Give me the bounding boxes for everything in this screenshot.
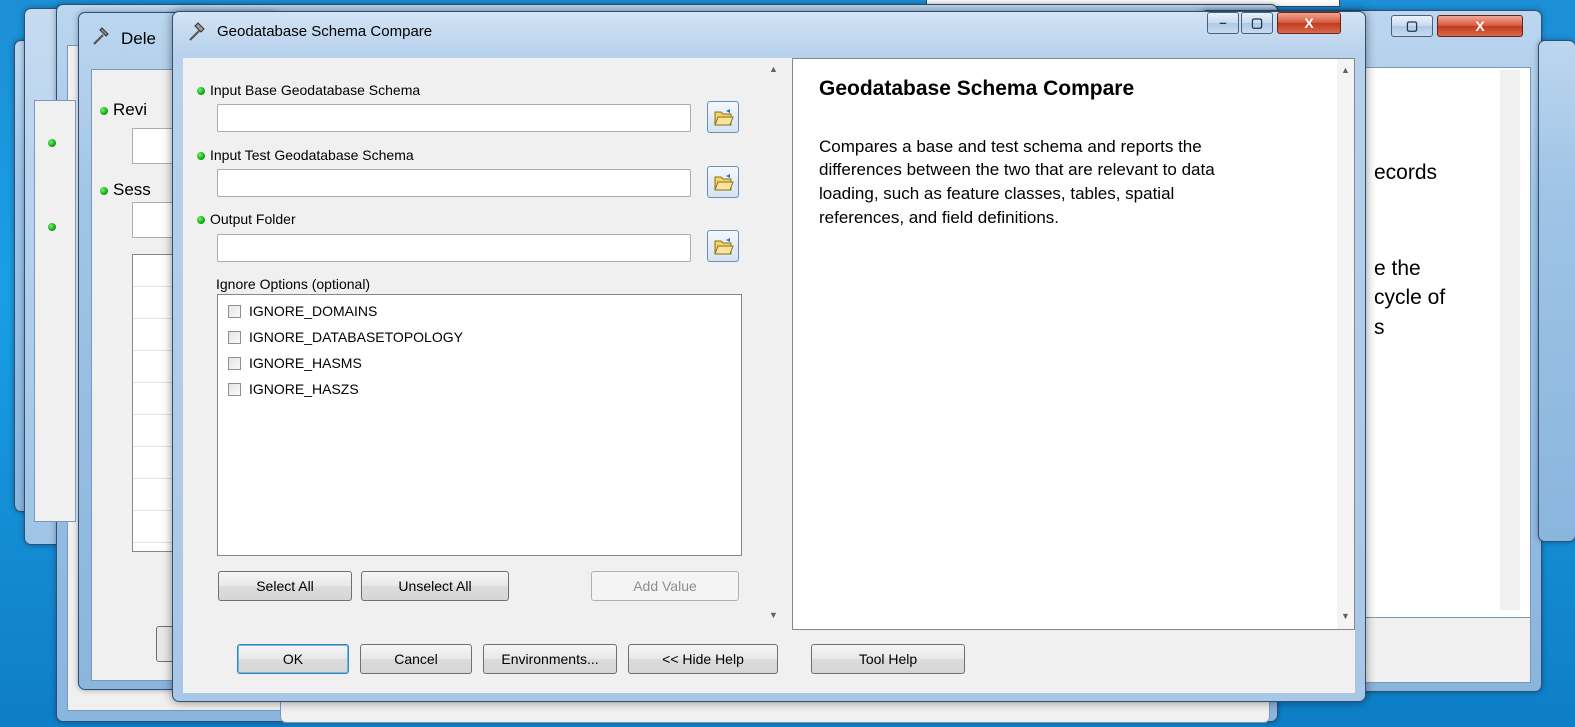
background-help-fragment-4: s bbox=[1374, 316, 1385, 339]
help-line-1: Compares a base and test schema and repo… bbox=[819, 137, 1202, 156]
help-pane: Geodatabase Schema Compare Compares a ba… bbox=[792, 58, 1355, 630]
checkbox[interactable] bbox=[228, 305, 241, 318]
background-help-fragment-1: ecords bbox=[1374, 161, 1438, 184]
background-window-footer-edge bbox=[280, 700, 1270, 723]
option-ignore-hasms[interactable]: IGNORE_HASMS bbox=[228, 353, 362, 373]
required-dot-icon bbox=[197, 216, 205, 225]
unselect-all-button[interactable]: Unselect All bbox=[361, 571, 509, 601]
background-window-edge-left-dot-1 bbox=[48, 134, 61, 150]
help-line-4: references, and field definitions. bbox=[819, 208, 1060, 227]
maximize-button[interactable]: ▢ bbox=[1241, 12, 1273, 34]
required-dot-icon bbox=[197, 87, 205, 96]
help-line-3: loading, such as feature classes, tables… bbox=[819, 184, 1175, 203]
background-label-sess: Sess bbox=[113, 180, 151, 199]
parameters-pane: Input Base Geodatabase Schema Input Test… bbox=[183, 58, 785, 628]
background-help-scroll bbox=[1500, 70, 1520, 610]
required-dot-icon bbox=[100, 186, 108, 195]
option-ignore-databasetopology[interactable]: IGNORE_DATABASETOPOLOGY bbox=[228, 327, 463, 347]
background-window-edge-left-dot-2 bbox=[48, 218, 61, 234]
cancel-button[interactable]: Cancel bbox=[360, 644, 472, 674]
folder-open-icon bbox=[714, 238, 734, 255]
checkbox[interactable] bbox=[228, 357, 241, 370]
required-dot-icon bbox=[48, 139, 56, 148]
option-label: IGNORE_HASMS bbox=[249, 355, 362, 371]
output-folder-browse-button[interactable] bbox=[707, 230, 739, 262]
tool-help-button[interactable]: Tool Help bbox=[811, 644, 965, 674]
output-folder-field[interactable] bbox=[217, 234, 691, 262]
required-dot-icon bbox=[197, 152, 205, 161]
add-value-button[interactable]: Add Value bbox=[591, 571, 739, 601]
ok-button[interactable]: OK bbox=[237, 644, 349, 674]
help-scrollbar[interactable]: ▲ ▼ bbox=[1337, 59, 1354, 629]
option-ignore-haszs[interactable]: IGNORE_HASZS bbox=[228, 379, 359, 399]
background-close-button[interactable]: X bbox=[1437, 15, 1523, 37]
hammer-icon bbox=[93, 27, 109, 45]
input-test-browse-button[interactable] bbox=[707, 166, 739, 198]
folder-open-icon bbox=[714, 174, 734, 191]
minimize-button[interactable]: – bbox=[1207, 12, 1239, 34]
close-icon: X bbox=[1304, 15, 1314, 31]
help-title: Geodatabase Schema Compare bbox=[819, 77, 1135, 100]
input-base-label-text: Input Base Geodatabase Schema bbox=[210, 82, 421, 98]
folder-open-icon bbox=[714, 109, 734, 126]
scroll-down-arrow-icon[interactable]: ▼ bbox=[765, 610, 782, 620]
required-dot-icon bbox=[48, 223, 56, 232]
required-dot-icon bbox=[100, 106, 108, 115]
input-base-field[interactable] bbox=[217, 104, 691, 132]
input-test-field[interactable] bbox=[217, 169, 691, 197]
scroll-down-arrow-icon[interactable]: ▼ bbox=[1337, 611, 1354, 621]
scroll-up-arrow-icon[interactable]: ▲ bbox=[765, 64, 782, 74]
background-label-revi: Revi bbox=[113, 100, 148, 119]
output-folder-label-text: Output Folder bbox=[210, 211, 296, 227]
checkbox[interactable] bbox=[228, 383, 241, 396]
input-base-label: Input Base Geodatabase Schema bbox=[197, 82, 420, 98]
option-label: IGNORE_DATABASETOPOLOGY bbox=[249, 329, 463, 345]
option-label: IGNORE_HASZS bbox=[249, 381, 359, 397]
background-dialog-title: Dele bbox=[121, 29, 156, 48]
geodatabase-schema-compare-dialog: Geodatabase Schema Compare – ▢ X Input B… bbox=[172, 11, 1366, 702]
close-button[interactable]: X bbox=[1277, 12, 1341, 34]
background-window-edge-left bbox=[34, 100, 76, 522]
parameters-scrollbar[interactable]: ▲ ▼ bbox=[765, 58, 782, 628]
help-line-2: differences between the two that are rel… bbox=[819, 160, 1215, 179]
background-help-fragment-2: e the bbox=[1374, 257, 1421, 280]
input-base-browse-button[interactable] bbox=[707, 101, 739, 133]
environments-button[interactable]: Environments... bbox=[483, 644, 617, 674]
output-folder-label: Output Folder bbox=[197, 211, 296, 227]
checkbox[interactable] bbox=[228, 331, 241, 344]
desktop: { "desktop_colors": {"background": "#1a9… bbox=[0, 0, 1575, 727]
dialog-client-area: Input Base Geodatabase Schema Input Test… bbox=[183, 58, 1355, 693]
option-ignore-domains[interactable]: IGNORE_DOMAINS bbox=[228, 301, 377, 321]
hide-help-button[interactable]: << Hide Help bbox=[628, 644, 778, 674]
select-all-button[interactable]: Select All bbox=[218, 571, 352, 601]
minimize-icon: – bbox=[1219, 15, 1227, 30]
background-window-far-right bbox=[1538, 40, 1575, 542]
maximize-icon: ▢ bbox=[1250, 15, 1264, 30]
input-test-label: Input Test Geodatabase Schema bbox=[197, 147, 414, 163]
dialog-title: Geodatabase Schema Compare bbox=[217, 23, 433, 40]
background-label-2: Sess bbox=[100, 180, 151, 200]
ignore-options-label: Ignore Options (optional) bbox=[216, 276, 371, 292]
input-test-label-text: Input Test Geodatabase Schema bbox=[210, 147, 414, 163]
background-label-1: Revi bbox=[100, 100, 147, 120]
ignore-options-list: IGNORE_DOMAINS IGNORE_DATABASETOPOLOGY I… bbox=[217, 294, 742, 556]
background-maximize-button[interactable]: ▢ bbox=[1391, 15, 1433, 37]
option-label: IGNORE_DOMAINS bbox=[249, 303, 378, 319]
background-help-fragment-3: cycle of bbox=[1374, 286, 1446, 309]
scroll-up-arrow-icon[interactable]: ▲ bbox=[1337, 65, 1354, 75]
hammer-icon bbox=[189, 22, 205, 41]
